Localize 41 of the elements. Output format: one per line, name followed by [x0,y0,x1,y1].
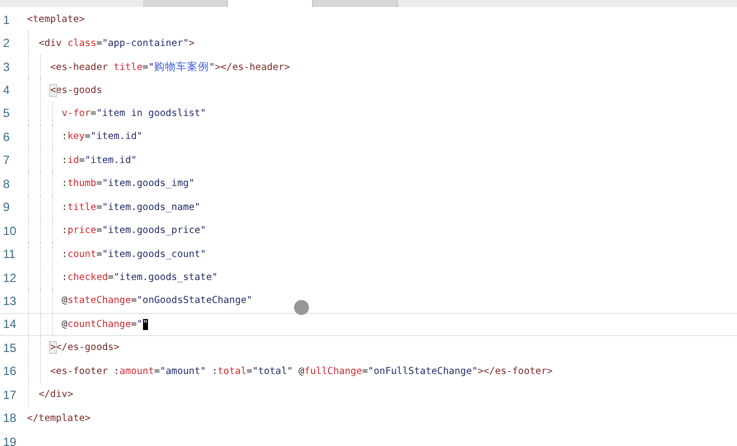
line-number: 4 [2,83,11,98]
line-number: 13 [2,294,18,308]
code-text: :thumb="item.goods_img" [60,178,195,190]
line-number: 1 [2,12,11,27]
code-text: </div> [38,389,74,400]
code-text: v-for="item in goodslist" [60,108,206,119]
code-text: <div class="app-container"> [38,38,195,49]
code-text: <es-goods [49,84,102,96]
line-number: 7 [2,153,11,168]
line-number: 5 [2,106,11,120]
line-number: 10 [2,224,18,238]
line-number: 12 [2,270,18,285]
editor-tab[interactable] [228,0,313,7]
code-text: :count="item.goods_count" [60,248,206,260]
code-text: ></es-goods> [49,342,120,354]
line-number: 15 [2,340,18,355]
code-text: :title="item.goods_name" [60,202,200,213]
code-text: </template> [27,412,91,424]
line-number: 19 [2,434,18,446]
line-number: 8 [2,176,11,191]
line-number: 17 [2,388,18,402]
code-text: :price="item.goods_price" [60,225,206,236]
code-text: <es-footer :amount="amount" :total="total" @fullChange="onFullStateChange"></es-footer> [49,366,553,377]
line-number: 16 [2,364,18,378]
line-number: 3 [2,60,11,74]
line-number: 9 [2,200,11,214]
pointer-dot [294,300,309,315]
code-text: @stateChange="onGoodsStateChange" [60,295,252,306]
editor-tab[interactable] [143,0,228,7]
code-text: <es-header title="购物车案例"></es-header> [49,60,290,74]
line-number: 6 [2,130,11,144]
code-text: :key="item.id" [60,131,143,142]
code-text: :id="item.id" [60,154,137,166]
line-number: 14 [2,317,18,332]
line-number: 18 [2,411,18,426]
editor-tab[interactable] [313,0,398,7]
code-text: :checked="item.goods_state" [60,272,218,284]
code-text: @countChange="" [60,318,148,330]
line-number: 11 [2,247,16,262]
code-text: <template> [27,14,85,26]
line-number: 2 [2,36,11,50]
